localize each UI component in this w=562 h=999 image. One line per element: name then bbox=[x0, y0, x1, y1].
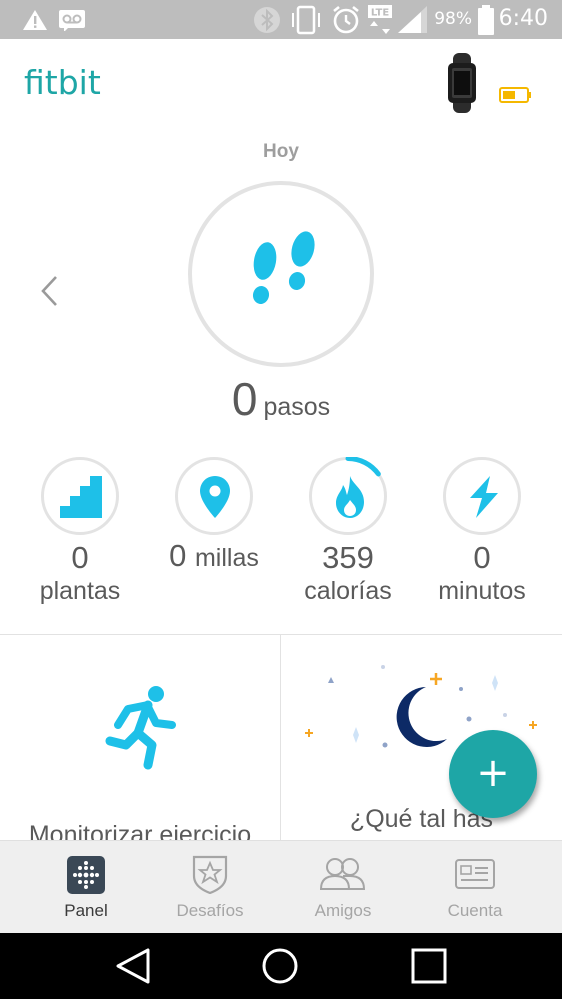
vibrate-icon bbox=[292, 5, 320, 35]
bottom-navigation: Panel Desafíos Amigos Cuenta bbox=[0, 840, 562, 933]
lte-icon: LTE bbox=[368, 5, 392, 34]
app-header: fitbit bbox=[0, 39, 562, 134]
fitbit-logo: fitbit bbox=[24, 63, 101, 102]
stat-distance[interactable]: 0 millas bbox=[147, 457, 281, 575]
home-icon[interactable] bbox=[261, 947, 299, 985]
exercise-tile-label: Monitorizar ejercicio bbox=[28, 821, 252, 840]
dashboard-grid-icon bbox=[67, 856, 105, 894]
distance-label: millas bbox=[194, 544, 259, 572]
fitbit-band-icon[interactable] bbox=[440, 53, 484, 113]
bolt-icon bbox=[470, 476, 498, 518]
sleep-tile[interactable]: ¿Qué tal has bbox=[281, 635, 562, 840]
stat-floors[interactable]: 0 plantas bbox=[13, 457, 147, 607]
alarm-icon bbox=[333, 5, 359, 34]
calories-ring bbox=[309, 457, 387, 535]
plus-icon: + bbox=[476, 750, 510, 796]
add-entry-button[interactable]: + bbox=[449, 730, 537, 818]
chevron-left-icon[interactable] bbox=[38, 274, 62, 308]
location-pin-icon bbox=[200, 476, 230, 518]
steps-summary: 0 pasos bbox=[0, 372, 562, 426]
floors-ring bbox=[41, 457, 119, 535]
status-bar: LTE 98% 6:40 bbox=[0, 0, 562, 39]
calories-value: 359 bbox=[322, 540, 374, 575]
sleep-tile-label: ¿Qué tal has bbox=[349, 805, 494, 833]
back-icon[interactable] bbox=[114, 947, 152, 985]
friends-icon bbox=[319, 858, 366, 890]
recents-icon[interactable] bbox=[410, 947, 448, 985]
nav-item-cuenta[interactable]: Cuenta bbox=[413, 841, 537, 934]
steps-ring[interactable] bbox=[188, 181, 374, 367]
voicemail-icon bbox=[59, 10, 85, 31]
nav-label-desafios: Desafíos bbox=[176, 901, 244, 920]
steps-unit: pasos bbox=[263, 393, 331, 421]
battery-percent: 98% bbox=[434, 9, 472, 29]
battery-icon bbox=[478, 5, 494, 35]
account-card-icon bbox=[455, 859, 495, 889]
warning-icon bbox=[23, 10, 47, 30]
nav-item-desafios[interactable]: Desafíos bbox=[148, 841, 272, 934]
nav-item-panel[interactable]: Panel bbox=[24, 841, 148, 934]
system-navigation-bar bbox=[0, 933, 562, 999]
device-battery-icon bbox=[499, 87, 531, 103]
nav-label-cuenta: Cuenta bbox=[447, 901, 503, 920]
badge-star-icon bbox=[192, 855, 228, 894]
exercise-tile[interactable]: Monitorizar ejercicio bbox=[0, 635, 280, 840]
floors-label: plantas bbox=[39, 577, 121, 605]
running-person-icon bbox=[105, 686, 176, 770]
minutes-value: 0 bbox=[473, 540, 491, 575]
minutes-label: minutos bbox=[438, 577, 526, 605]
signal-icon bbox=[398, 6, 427, 33]
distance-row: 0 millas bbox=[147, 539, 281, 575]
steps-value: 0 bbox=[231, 373, 258, 425]
footsteps-icon bbox=[252, 231, 315, 304]
nav-label-amigos: Amigos bbox=[314, 901, 372, 920]
stairs-icon bbox=[60, 476, 102, 518]
distance-ring bbox=[175, 457, 253, 535]
bluetooth-icon bbox=[254, 7, 280, 33]
nav-label-panel: Panel bbox=[64, 901, 108, 920]
svg-text:LTE: LTE bbox=[371, 8, 390, 19]
clock: 6:40 bbox=[498, 6, 548, 31]
nav-item-amigos[interactable]: Amigos bbox=[281, 841, 405, 934]
stat-calories[interactable]: 359 calorías bbox=[281, 457, 415, 607]
stat-active-minutes[interactable]: 0 minutos bbox=[415, 457, 549, 607]
distance-value: 0 bbox=[169, 538, 187, 573]
floors-value: 0 bbox=[71, 540, 89, 575]
flame-icon bbox=[336, 476, 364, 518]
calories-label: calorías bbox=[304, 577, 392, 605]
day-title: Hoy bbox=[263, 141, 299, 162]
minutes-ring bbox=[443, 457, 521, 535]
